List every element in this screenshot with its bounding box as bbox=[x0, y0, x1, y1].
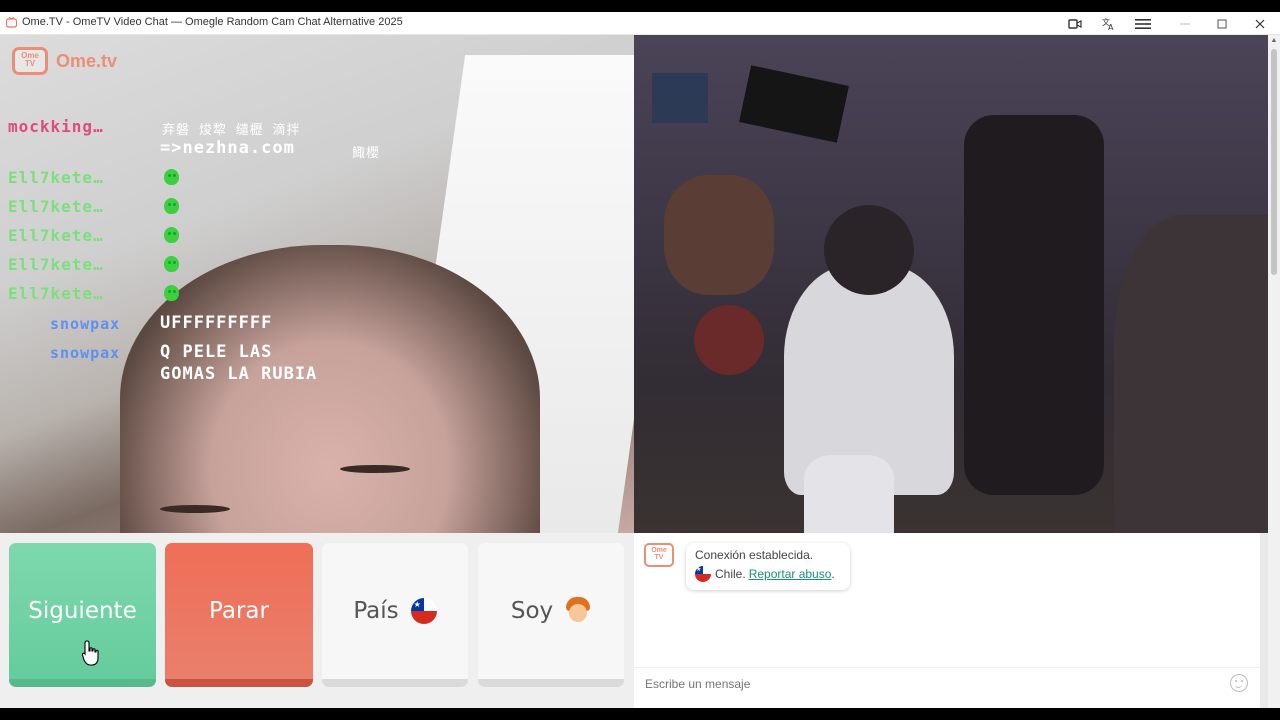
video-child-figure bbox=[694, 305, 764, 375]
svg-text:A: A bbox=[1108, 23, 1114, 31]
chile-flag-icon: ★ bbox=[410, 598, 437, 624]
country-button[interactable]: País ★ bbox=[322, 543, 468, 687]
boy-avatar-icon bbox=[565, 597, 591, 625]
overlay-chat-name: snowpax bbox=[50, 315, 121, 333]
video-person-head bbox=[120, 245, 540, 533]
overlay-chat-name: Ell7kete… bbox=[8, 168, 104, 187]
overlay-chat-text: 弃磐 焌犂 缱櫪 滴拌 bbox=[162, 123, 301, 138]
partner-country: Chile. bbox=[715, 567, 746, 581]
overlay-chat-text: =>nezhna.com bbox=[160, 138, 295, 158]
video-poster bbox=[739, 65, 849, 143]
bottom-black-bar bbox=[0, 708, 1280, 720]
country-button-label: País bbox=[353, 598, 399, 624]
overlay-chat-name: Ell7kete… bbox=[8, 255, 104, 274]
chat-ometv-icon: Ome TV bbox=[644, 543, 674, 567]
ometv-app-icon bbox=[6, 17, 17, 28]
video-right-figure bbox=[1114, 215, 1268, 533]
report-abuse-link[interactable]: Reportar abuso bbox=[749, 567, 832, 581]
top-black-bar bbox=[0, 0, 1280, 12]
translate-icon[interactable]: 文A bbox=[1094, 12, 1124, 35]
next-button-label: Siguiente bbox=[28, 598, 137, 624]
gender-button-label: Soy bbox=[510, 598, 554, 624]
maximize-icon[interactable] bbox=[1207, 12, 1237, 35]
menu-icon[interactable] bbox=[1128, 12, 1158, 35]
green-blob-icon bbox=[164, 227, 179, 243]
my-video: Ome TV Ome.tv mockking… 弃磐 焌犂 缱櫪 滴拌 =>ne… bbox=[0, 35, 634, 533]
emoji-icon[interactable] bbox=[1230, 674, 1248, 692]
mouse-hand-cursor-icon bbox=[82, 640, 99, 666]
chat-panel: Ome TV Conexión establecida. ★ Chile. Re… bbox=[634, 533, 1260, 720]
main-area: Ome TV Ome.tv mockking… 弃磐 焌犂 缱櫪 滴拌 =>ne… bbox=[0, 35, 1268, 720]
green-blob-icon bbox=[164, 198, 179, 214]
stop-button[interactable]: Parar bbox=[165, 543, 313, 687]
green-blob-icon bbox=[164, 285, 179, 301]
logo-text: Ome.tv bbox=[56, 51, 118, 71]
logo-box-text: Ome TV bbox=[21, 51, 39, 68]
video-person-head bbox=[824, 205, 914, 295]
close-icon[interactable] bbox=[1245, 12, 1275, 35]
control-buttons: Siguiente Parar País ★ Soy bbox=[0, 533, 634, 720]
video-eye-left bbox=[160, 505, 230, 513]
overlay-chat-text: UFFFFFFFFF bbox=[160, 313, 273, 333]
partner-video bbox=[634, 35, 1268, 533]
stop-button-label: Parar bbox=[209, 598, 269, 624]
title-bar: Ome.TV - OmeTV Video Chat — Omegle Rando… bbox=[0, 12, 1280, 35]
overlay-chat-name: mockking… bbox=[8, 117, 104, 136]
ometv-logo: Ome TV Ome.tv bbox=[12, 43, 132, 77]
green-blob-icon bbox=[164, 256, 179, 272]
minimize-icon[interactable] bbox=[1170, 12, 1200, 35]
overlay-chat-name: Ell7kete… bbox=[8, 197, 104, 216]
video-poster bbox=[664, 175, 774, 295]
camera-icon[interactable] bbox=[1060, 12, 1090, 35]
system-message: Conexión establecida. ★ Chile. Reportar … bbox=[686, 543, 850, 590]
video-dark-figure bbox=[964, 115, 1104, 495]
overlay-chat-text: Q PELE LAS bbox=[160, 342, 273, 362]
overlay-chat-name: Ell7kete… bbox=[8, 226, 104, 245]
overlay-chat-text: 鯫櫻 bbox=[352, 146, 381, 161]
message-input[interactable] bbox=[643, 676, 1207, 692]
scrollbar[interactable]: ▲ ▼ bbox=[1268, 35, 1280, 717]
gender-button[interactable]: Soy bbox=[478, 543, 624, 687]
overlay-chat-name: snowpax bbox=[50, 344, 121, 362]
scroll-thumb[interactable] bbox=[1271, 49, 1277, 275]
window-title: Ome.TV - OmeTV Video Chat — Omegle Rando… bbox=[22, 16, 403, 28]
video-person-legs bbox=[804, 455, 894, 533]
green-blob-icon bbox=[164, 169, 179, 185]
video-eye-right bbox=[340, 465, 410, 473]
scroll-up-icon[interactable]: ▲ bbox=[1268, 35, 1280, 47]
chat-logo-text: Ome TV bbox=[651, 547, 667, 561]
message-input-area bbox=[634, 667, 1260, 697]
logo-tv-icon: Ome TV bbox=[12, 47, 48, 75]
chile-flag-icon: ★ bbox=[695, 566, 711, 582]
connection-status: Conexión establecida. bbox=[695, 548, 814, 562]
video-poster bbox=[652, 73, 708, 123]
overlay-chat-text: GOMAS LA RUBIA bbox=[160, 364, 318, 384]
overlay-chat-name: Ell7kete… bbox=[8, 284, 104, 303]
